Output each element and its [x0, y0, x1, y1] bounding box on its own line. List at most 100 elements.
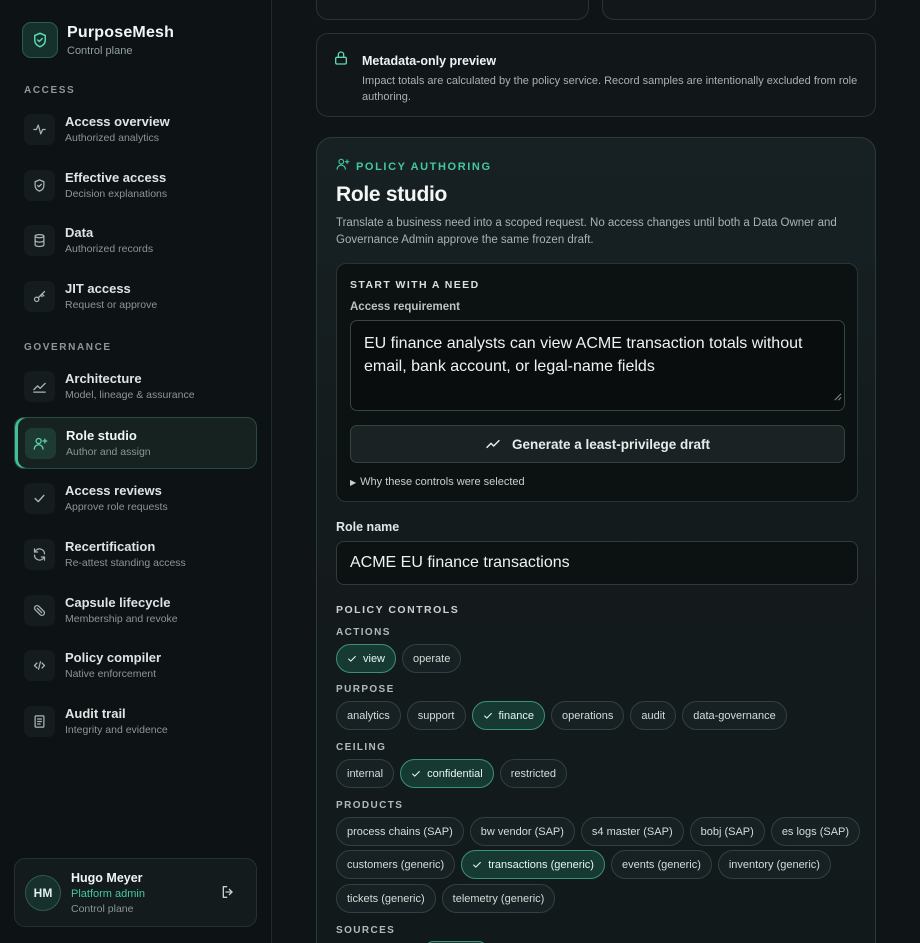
database-icon — [24, 224, 55, 256]
user-name: Hugo Meyer — [71, 870, 143, 885]
check-icon — [483, 711, 493, 721]
sidebar-item-sub: Request or approve — [65, 299, 158, 311]
ceiling-label: CEILING — [336, 742, 387, 753]
sidebar-item-label: Access overview — [65, 114, 170, 129]
chip-purpose-finance[interactable]: finance — [471, 701, 545, 730]
chip-product-bw-vendor[interactable]: bw vendor (SAP) — [469, 817, 575, 846]
role-name-input[interactable]: ACME EU finance transactions — [336, 541, 858, 585]
sidebar-item-label: Capsule lifecycle — [65, 595, 171, 610]
resize-handle-icon[interactable] — [833, 385, 842, 408]
chip-action-view[interactable]: view — [336, 644, 397, 673]
user-card: HM Hugo Meyer Platform admin Control pla… — [14, 858, 257, 927]
sidebar-item-sub: Author and assign — [66, 446, 151, 458]
policy-controls-title: POLICY CONTROLS — [336, 604, 460, 616]
notice-body: Impact totals are calculated by the poli… — [362, 75, 858, 103]
chip-ceiling-confidential[interactable]: confidential — [400, 759, 494, 788]
why-controls-label: Why these controls were selected — [360, 476, 525, 488]
products-chips-row-2: customers (generic) transactions (generi… — [336, 850, 831, 879]
sidebar-item-sub: Integrity and evidence — [65, 724, 168, 736]
check-icon — [24, 482, 55, 514]
chip-product-transactions[interactable]: transactions (generic) — [461, 850, 605, 879]
page-title: Role studio — [336, 183, 448, 206]
chip-product-events[interactable]: events (generic) — [610, 850, 712, 879]
sidebar-item-recertification[interactable]: Recertification Re-attest standing acces… — [14, 528, 257, 580]
sidebar-item-sub: Decision explanations — [65, 188, 168, 200]
chip-product-inventory[interactable]: inventory (generic) — [717, 850, 831, 879]
check-icon — [347, 654, 357, 664]
chip-purpose-audit[interactable]: audit — [630, 701, 677, 730]
chip-product-telemetry[interactable]: telemetry (generic) — [441, 884, 556, 913]
purpose-label: PURPOSE — [336, 684, 395, 695]
pill-icon — [24, 594, 55, 626]
chip-purpose-analytics[interactable]: analytics — [336, 701, 401, 730]
sources-label: SOURCES — [336, 925, 396, 936]
sidebar-item-label: Architecture — [65, 371, 142, 386]
sidebar-item-label: Role studio — [66, 428, 137, 443]
sidebar-item-sub: Native enforcement — [65, 668, 157, 680]
sidebar: PurposeMesh Control plane ACCESS Access … — [0, 0, 272, 943]
avatar: HM — [25, 874, 61, 911]
chip-ceiling-internal[interactable]: internal — [336, 759, 395, 788]
nav-section-governance: GOVERNANCE — [24, 342, 112, 353]
chip-action-operate[interactable]: operate — [402, 644, 462, 673]
eyebrow: POLICY AUTHORING — [336, 157, 492, 176]
eyebrow-label: POLICY AUTHORING — [356, 160, 492, 173]
chip-product-bobj[interactable]: bobj (SAP) — [689, 817, 765, 846]
sidebar-item-sub: Approve role requests — [65, 501, 168, 513]
chip-purpose-data-governance[interactable]: data-governance — [682, 701, 787, 730]
role-name-label: Role name — [336, 520, 400, 534]
sidebar-item-role-studio[interactable]: Role studio Author and assign — [14, 417, 257, 469]
top-card-left — [316, 0, 589, 20]
chip-purpose-support[interactable]: support — [406, 701, 466, 730]
sidebar-item-access-overview[interactable]: Access overview Authorized analytics — [14, 103, 257, 155]
pulse-icon — [24, 113, 55, 145]
check-icon — [411, 769, 421, 779]
page-description: Translate a business need into a scoped … — [336, 217, 837, 246]
chip-product-process-chains[interactable]: process chains (SAP) — [336, 817, 464, 846]
brand[interactable]: PurposeMesh Control plane — [22, 22, 174, 58]
sidebar-item-architecture[interactable]: Architecture Model, lineage & assurance — [14, 360, 257, 412]
sidebar-item-policy-compiler[interactable]: Policy compiler Native enforcement — [14, 639, 257, 691]
sidebar-item-sub: Re-attest standing access — [65, 557, 186, 569]
sidebar-item-label: Policy compiler — [65, 650, 162, 665]
sidebar-item-audit-trail[interactable]: Audit trail Integrity and evidence — [14, 695, 257, 747]
sidebar-item-label: Access reviews — [65, 483, 162, 498]
chip-product-es-logs[interactable]: es logs (SAP) — [770, 817, 861, 846]
key-icon — [24, 280, 55, 312]
trend-icon — [486, 439, 500, 449]
brand-subtitle: Control plane — [67, 45, 133, 57]
chip-product-customers[interactable]: customers (generic) — [336, 850, 456, 879]
caret-right-icon: ▶ — [350, 478, 357, 487]
generate-draft-button[interactable]: Generate a least-privilege draft — [350, 425, 845, 463]
chip-ceiling-restricted[interactable]: restricted — [499, 759, 567, 788]
document-icon — [24, 705, 55, 737]
why-controls-disclosure[interactable]: ▶ Why these controls were selected — [350, 476, 525, 488]
access-requirement-textarea[interactable]: EU finance analysts can view ACME transa… — [350, 320, 845, 411]
sidebar-item-capsule-lifecycle[interactable]: Capsule lifecycle Membership and revoke — [14, 584, 257, 636]
need-panel: START WITH A NEED Access requirement EU … — [336, 263, 858, 502]
sidebar-item-data[interactable]: Data Authorized records — [14, 214, 257, 266]
sidebar-item-sub: Membership and revoke — [65, 613, 178, 625]
notice-title: Metadata-only preview — [362, 54, 497, 68]
chip-purpose-operations[interactable]: operations — [550, 701, 625, 730]
sidebar-item-label: Audit trail — [65, 706, 126, 721]
sign-out-icon[interactable] — [220, 884, 236, 905]
brand-title: PurposeMesh — [67, 24, 175, 41]
shield-check-icon — [24, 169, 55, 201]
chip-product-tickets[interactable]: tickets (generic) — [336, 884, 436, 913]
sidebar-item-access-reviews[interactable]: Access reviews Approve role requests — [14, 472, 257, 524]
access-requirement-label: Access requirement — [350, 301, 460, 313]
user-plus-icon — [25, 427, 56, 459]
actions-chips: view operate — [336, 644, 462, 673]
sidebar-item-jit-access[interactable]: JIT access Request or approve — [14, 270, 257, 322]
user-plane: Control plane — [71, 902, 134, 915]
sidebar-item-label: Data — [65, 225, 94, 240]
sidebar-item-label: Recertification — [65, 539, 156, 554]
sidebar-item-effective-access[interactable]: Effective access Decision explanations — [14, 159, 257, 211]
trend-icon — [24, 370, 55, 402]
products-label: PRODUCTS — [336, 800, 404, 811]
chip-product-s4-master[interactable]: s4 master (SAP) — [580, 817, 684, 846]
products-chips-row-3: tickets (generic) telemetry (generic) — [336, 884, 556, 913]
main-content: Metadata-only preview Impact totals are … — [272, 0, 920, 943]
sidebar-item-sub: Authorized analytics — [65, 132, 159, 144]
